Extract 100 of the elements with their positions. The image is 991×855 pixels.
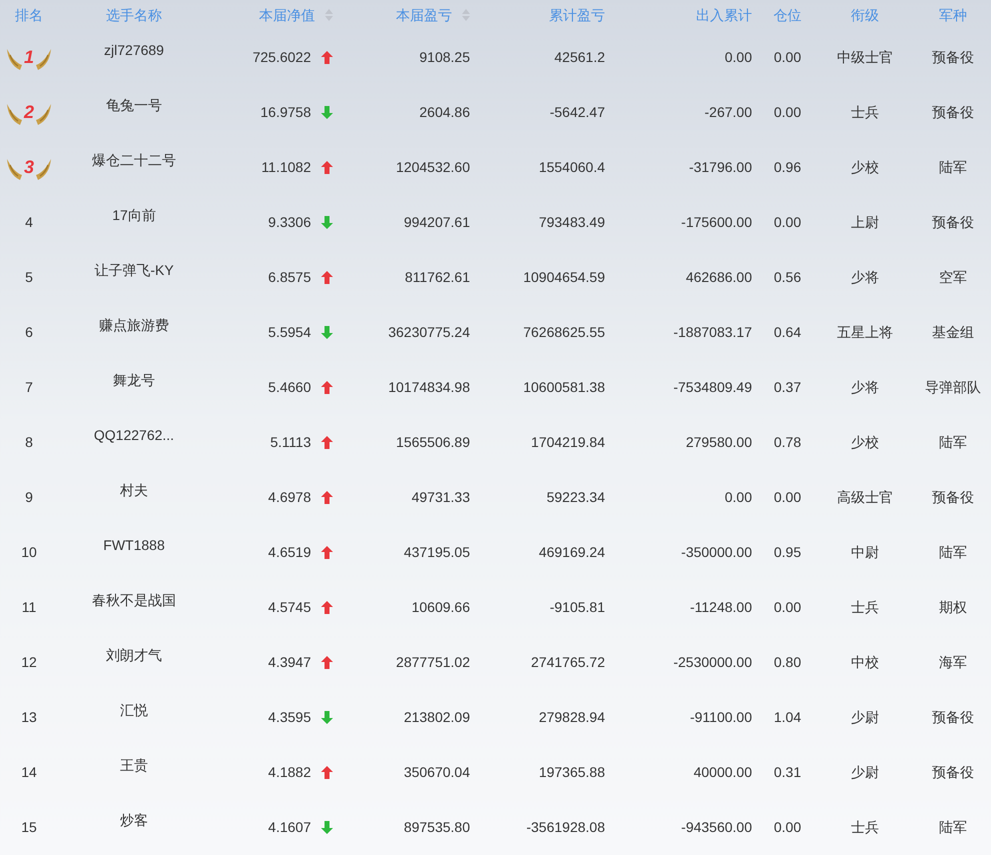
position-value: 1.04 — [774, 708, 802, 727]
branch-label: 陆军 — [939, 158, 967, 177]
flow-value: -267.00 — [704, 103, 752, 122]
position-value: 0.95 — [774, 543, 802, 562]
column-header: 军种 — [939, 6, 967, 24]
total-profit-value: 1554060.4 — [538, 158, 605, 177]
flow-value: 462686.00 — [686, 268, 752, 287]
rank-title: 少将 — [851, 268, 879, 287]
column-header: 出入累计 — [696, 6, 752, 24]
net-value: 9.3306 — [268, 213, 311, 232]
net-value: 5.4660 — [268, 378, 311, 397]
flow-value: 40000.00 — [694, 763, 752, 782]
total-profit-value: -5642.47 — [550, 103, 605, 122]
total-profit-value: 469169.24 — [538, 543, 605, 562]
flow-value: -11248.00 — [690, 598, 752, 617]
column-header: 排名 — [15, 6, 43, 24]
rank-title: 少校 — [851, 158, 879, 177]
player-name: 春秋不是战国 — [92, 591, 176, 610]
player-name: zjl727689 — [104, 41, 164, 60]
rank-title: 中级士官 — [837, 48, 893, 67]
branch-label: 陆军 — [939, 433, 967, 452]
branch-label: 空军 — [939, 268, 967, 287]
position-value: 0.00 — [774, 818, 802, 837]
rank-title: 少尉 — [851, 763, 879, 782]
rank-number: 9 — [25, 488, 33, 507]
branch-label: 陆军 — [939, 543, 967, 562]
flow-value: -2530000.00 — [673, 653, 752, 672]
player-name: 村夫 — [120, 481, 148, 500]
rank-number: 8 — [25, 433, 33, 452]
player-name: 爆仓二十二号 — [92, 151, 176, 170]
player-name: 刘朗才气 — [106, 646, 162, 665]
rank-number: 4 — [25, 213, 33, 232]
total-profit-value: 279828.94 — [538, 708, 605, 727]
total-profit-value: -9105.81 — [550, 598, 605, 617]
column-header[interactable]: 本届盈亏 — [396, 4, 470, 26]
flow-value: 0.00 — [724, 48, 752, 67]
profit-value: 10174834.98 — [388, 378, 470, 397]
total-profit-value: 10600581.38 — [523, 378, 605, 397]
flow-value: -1887083.17 — [673, 323, 752, 342]
branch-label: 导弹部队 — [925, 378, 981, 397]
position-value: 0.00 — [774, 598, 802, 617]
flow-value: 0.00 — [724, 488, 752, 507]
total-profit-value: 59223.34 — [546, 488, 605, 507]
net-value: 5.1113 — [270, 433, 311, 452]
branch-label: 期权 — [939, 598, 967, 617]
rank-number: 15 — [21, 818, 37, 837]
rank-title: 少校 — [851, 433, 879, 452]
profit-value: 9108.25 — [419, 48, 470, 67]
net-value: 4.6519 — [268, 543, 311, 562]
rank-title: 少尉 — [851, 708, 879, 727]
total-profit-value: 10904654.59 — [523, 268, 605, 287]
position-value: 0.96 — [774, 158, 802, 177]
net-value: 4.5745 — [268, 598, 311, 617]
rank-title: 中尉 — [851, 543, 879, 562]
flow-value: -31796.00 — [688, 158, 752, 177]
net-value: 6.8575 — [268, 268, 311, 287]
net-value: 16.9758 — [260, 103, 311, 122]
rank-title: 五星上将 — [837, 323, 893, 342]
branch-label: 预备役 — [932, 48, 974, 67]
net-value: 725.6022 — [252, 48, 311, 67]
profit-value: 897535.80 — [404, 818, 470, 837]
total-profit-value: 42561.2 — [554, 48, 605, 67]
rank-title: 高级士官 — [837, 488, 893, 507]
net-value: 4.6978 — [268, 488, 311, 507]
net-value: 4.3595 — [268, 708, 311, 727]
rank-number: 10 — [21, 543, 37, 562]
position-value: 0.80 — [774, 653, 802, 672]
rank-title: 士兵 — [851, 818, 879, 837]
profit-value: 1565506.89 — [396, 433, 470, 452]
rank-number: 5 — [25, 268, 33, 287]
position-value: 0.64 — [774, 323, 802, 342]
player-name: 让子弹飞-KY — [94, 261, 174, 280]
rank-number: 6 — [25, 323, 33, 342]
total-profit-value: -3561928.08 — [526, 818, 605, 837]
profit-value: 213802.09 — [404, 708, 470, 727]
profit-value: 1204532.60 — [396, 158, 470, 177]
rank-number: 11 — [22, 598, 36, 617]
profit-value: 350670.04 — [404, 763, 470, 782]
column-header: 累计盈亏 — [549, 6, 605, 24]
position-value: 0.00 — [774, 213, 802, 232]
net-value: 11.1082 — [261, 158, 311, 177]
column-header[interactable]: 本届净值 — [259, 4, 333, 26]
profit-value: 994207.61 — [404, 213, 470, 232]
player-name: 17向前 — [112, 206, 156, 225]
profit-value: 36230775.24 — [388, 323, 470, 342]
rank-title: 少将 — [851, 378, 879, 397]
player-name: 炒客 — [120, 811, 148, 830]
rank-title: 士兵 — [851, 103, 879, 122]
total-profit-value: 197365.88 — [538, 763, 605, 782]
flow-value: -7534809.49 — [673, 378, 752, 397]
total-profit-value: 793483.49 — [538, 213, 605, 232]
profit-value: 437195.05 — [404, 543, 470, 562]
branch-label: 陆军 — [939, 818, 967, 837]
rank-number: 1 — [24, 46, 34, 69]
column-header: 选手名称 — [106, 6, 162, 24]
rank-number: 14 — [21, 763, 37, 782]
flow-value: -943560.00 — [681, 818, 752, 837]
net-value: 4.3947 — [268, 653, 311, 672]
flow-value: -175600.00 — [681, 213, 752, 232]
flow-value: -350000.00 — [681, 543, 752, 562]
